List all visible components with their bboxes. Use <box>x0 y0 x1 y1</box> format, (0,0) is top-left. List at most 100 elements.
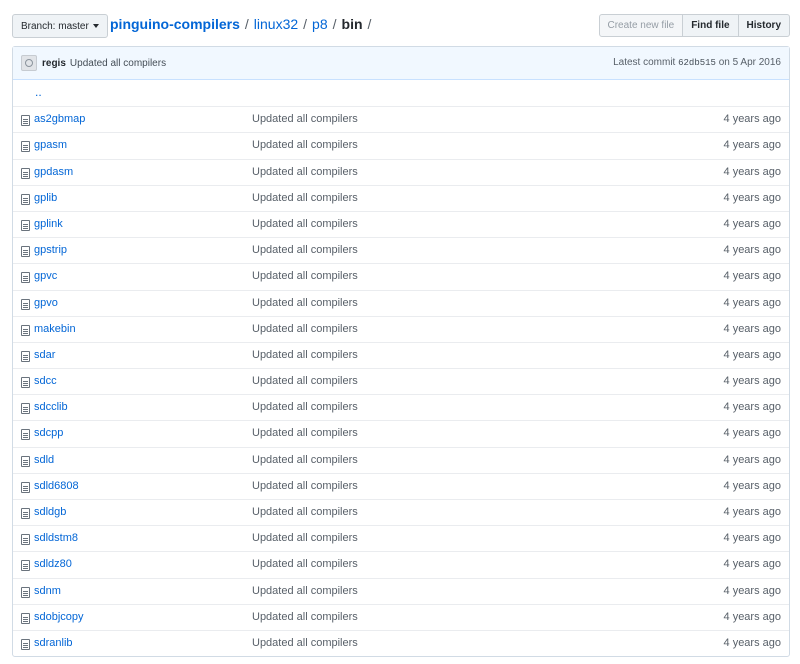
file-age: 4 years ago <box>723 375 781 388</box>
file-row[interactable]: sdcclib Updated all compilers 4 years ago <box>13 394 789 420</box>
file-commit-message[interactable]: Updated all compilers <box>252 532 358 544</box>
file-commit-message[interactable]: Updated all compilers <box>252 637 358 649</box>
file-row[interactable]: sdobjcopy Updated all compilers 4 years ag… <box>13 603 789 630</box>
breadcrumb-repo-link[interactable]: pinguino-compilers <box>110 16 240 32</box>
commit-message[interactable]: Updated all compilers <box>70 58 166 69</box>
file-commit-message[interactable]: Updated all compilers <box>252 166 358 178</box>
file-icon <box>21 560 30 572</box>
breadcrumb-link-linux32[interactable]: linux32 <box>254 16 298 32</box>
file-commit-message[interactable]: Updated all compilers <box>252 611 358 623</box>
file-name-link[interactable]: gplink <box>34 218 63 230</box>
history-button[interactable]: History <box>738 14 790 37</box>
file-commit-message[interactable]: Updated all compilers <box>252 113 358 125</box>
breadcrumb: pinguino-compilers / linux32/p8/bin / <box>110 16 376 32</box>
file-age: 4 years ago <box>723 113 781 126</box>
file-age: 4 years ago <box>723 506 781 518</box>
file-commit-message[interactable]: Updated all compilers <box>252 375 358 387</box>
file-icon <box>21 638 30 650</box>
file-age: 4 years ago <box>723 217 781 230</box>
file-commit-message[interactable]: Updated all compilers <box>252 401 358 413</box>
file-name-link[interactable]: makebin <box>34 323 76 335</box>
file-row[interactable]: sdar Updated all compilers 4 years ago <box>13 341 789 368</box>
file-name-link[interactable]: gpasm <box>34 139 67 151</box>
file-icon <box>21 350 30 362</box>
file-name-link[interactable]: gpvc <box>34 270 57 282</box>
file-commit-message[interactable]: Updated all compilers <box>252 480 358 492</box>
file-name-link[interactable]: sdld <box>34 454 54 466</box>
file-row[interactable]: makebin Updated all compilers 4 years ago <box>13 315 789 342</box>
create-new-file-button[interactable]: Create new file <box>598 14 684 37</box>
file-row[interactable]: gplink Updated all compilers 4 years ago <box>13 210 789 237</box>
file-table: regis Updated all compilers Latest commi… <box>12 46 790 658</box>
file-row[interactable]: sdldstm8 Updated all compilers 4 years ago <box>13 525 789 551</box>
file-name-link[interactable]: sdobjcopy <box>34 611 84 623</box>
file-name-link[interactable]: gpstrip <box>34 244 67 256</box>
file-row[interactable]: gpvc Updated all compilers 4 years ago <box>13 263 789 289</box>
file-icon <box>21 167 30 179</box>
file-age: 4 years ago <box>723 584 781 597</box>
file-icon <box>21 612 30 624</box>
file-commit-message[interactable]: Updated all compilers <box>252 192 358 204</box>
file-name-link[interactable]: gpdasm <box>34 166 73 178</box>
commit-author[interactable]: regis <box>42 58 66 69</box>
caret-down-icon <box>92 24 99 28</box>
breadcrumb-link-p8[interactable]: p8 <box>312 16 328 32</box>
file-row[interactable]: gpvo Updated all compilers 4 years ago <box>13 289 789 316</box>
file-icon <box>21 586 30 598</box>
file-row[interactable]: sdld Updated all compilers 4 years ago <box>13 446 789 473</box>
file-commit-message[interactable]: Updated all compilers <box>252 139 358 151</box>
file-name-link[interactable]: sdldz80 <box>34 558 72 570</box>
file-icon <box>21 481 30 493</box>
file-name-link[interactable]: sdldgb <box>34 506 66 518</box>
file-row[interactable]: sdnm Updated all compilers 4 years ago <box>13 577 789 604</box>
file-row[interactable]: gplib Updated all compilers 4 years ago <box>13 184 789 211</box>
file-age: 4 years ago <box>723 322 781 335</box>
file-name-link[interactable]: as2gbmap <box>34 113 85 125</box>
file-commit-message[interactable]: Updated all compilers <box>252 297 358 309</box>
parent-directory-link[interactable]: .. <box>35 85 42 99</box>
commit-sha[interactable]: 62db515 <box>678 58 716 68</box>
file-name-link[interactable]: gpvo <box>34 297 58 309</box>
file-commit-message[interactable]: Updated all compilers <box>252 323 358 335</box>
file-icon <box>21 324 30 336</box>
file-commit-message[interactable]: Updated all compilers <box>252 454 358 466</box>
file-commit-message[interactable]: Updated all compilers <box>252 218 358 230</box>
parent-directory-row[interactable]: .. <box>13 80 789 106</box>
branch-select-button[interactable]: Branch: master <box>12 14 108 38</box>
file-row[interactable]: sdcc Updated all compilers 4 years ago <box>13 368 789 394</box>
file-age: 4 years ago <box>723 348 781 361</box>
file-name-link[interactable]: sdar <box>34 349 55 361</box>
file-name-link[interactable]: sdld6808 <box>34 480 79 492</box>
file-row[interactable]: sdranlib Updated all compilers 4 years ago <box>13 629 789 656</box>
file-icon <box>21 272 30 284</box>
file-row[interactable]: as2gbmap Updated all compilers 4 years ago <box>13 106 789 132</box>
latest-commit-label: Latest commit <box>613 57 676 68</box>
file-name-link[interactable]: gplib <box>34 192 57 204</box>
commit-meta: Latest commit 62db515 on 5 Apr 2016 <box>613 57 781 68</box>
file-row[interactable]: gpdasm Updated all compilers 4 years ago <box>13 158 789 185</box>
file-commit-message[interactable]: Updated all compilers <box>252 506 358 518</box>
find-file-button[interactable]: Find file <box>683 14 739 37</box>
file-name-link[interactable]: sdcclib <box>34 401 68 413</box>
file-commit-message[interactable]: Updated all compilers <box>252 270 358 282</box>
file-commit-message[interactable]: Updated all compilers <box>252 585 358 597</box>
file-commit-message[interactable]: Updated all compilers <box>252 558 358 570</box>
file-commit-message[interactable]: Updated all compilers <box>252 427 358 439</box>
file-name-link[interactable]: sdcpp <box>34 427 63 439</box>
file-name-link[interactable]: sdcc <box>34 375 57 387</box>
file-row[interactable]: gpasm Updated all compilers 4 years ago <box>13 132 789 158</box>
file-icon <box>21 193 30 205</box>
file-row[interactable]: gpstrip Updated all compilers 4 years ago <box>13 237 789 263</box>
file-commit-message[interactable]: Updated all compilers <box>252 244 358 256</box>
file-row[interactable]: sdcpp Updated all compilers 4 years ago <box>13 420 789 446</box>
latest-commit-bar: regis Updated all compilers Latest commi… <box>13 47 789 80</box>
avatar[interactable] <box>21 55 37 71</box>
breadcrumb-separator: / <box>367 16 372 32</box>
file-row[interactable]: sdldz80 Updated all compilers 4 years ago <box>13 551 789 577</box>
file-row[interactable]: sdldgb Updated all compilers 4 years ago <box>13 499 789 525</box>
file-name-link[interactable]: sdldstm8 <box>34 532 78 544</box>
file-row[interactable]: sdld6808 Updated all compilers 4 years ago <box>13 472 789 499</box>
file-commit-message[interactable]: Updated all compilers <box>252 349 358 361</box>
file-name-link[interactable]: sdnm <box>34 585 61 597</box>
file-name-link[interactable]: sdranlib <box>34 637 73 649</box>
